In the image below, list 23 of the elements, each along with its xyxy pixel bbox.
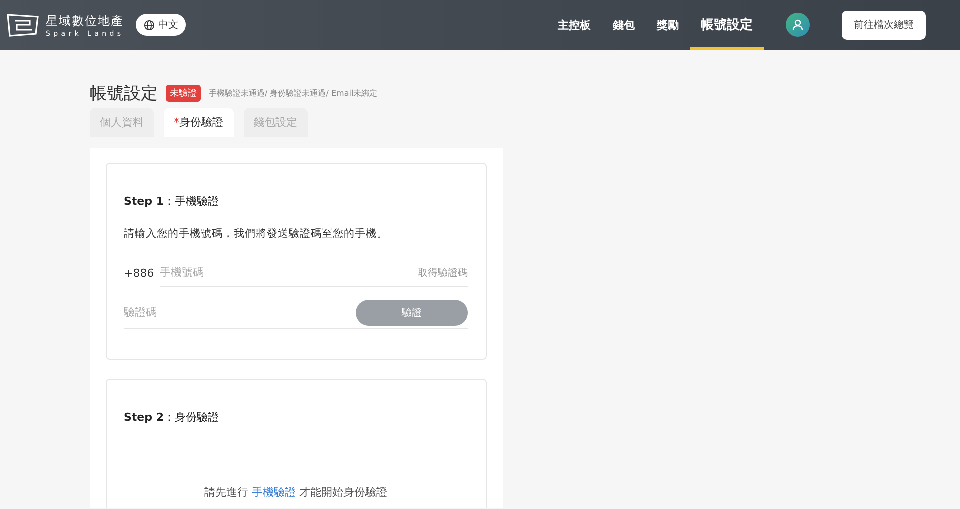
- user-icon: [792, 19, 804, 31]
- notice-text: 請先進行 手機驗證 才能開始身份驗證: [204, 485, 388, 500]
- verification-status: 手機驗證未通過/ 身份驗證未通過/ Email未綁定: [209, 88, 378, 99]
- page-title: 帳號設定: [90, 83, 158, 105]
- country-code: +886: [124, 266, 154, 280]
- language-button[interactable]: 中文: [136, 14, 186, 36]
- logo-icon: [6, 12, 40, 38]
- phone-input[interactable]: 手機號碼: [160, 266, 418, 279]
- step-title: Step 2：身份驗證: [124, 410, 220, 425]
- nav-link[interactable]: 帳號設定: [690, 0, 764, 50]
- phone-verification-link[interactable]: 手機驗證: [252, 486, 296, 499]
- instruction-text: 請輸入您的手機號碼，我們將發送驗證碼至您的手機。: [124, 227, 389, 241]
- unverified-badge: 未驗證: [166, 85, 201, 102]
- nav-link[interactable]: 錢包: [602, 0, 646, 50]
- avatar-button[interactable]: [786, 13, 810, 37]
- settings-tab[interactable]: *身份驗證: [164, 108, 234, 137]
- globe-icon: [144, 20, 156, 30]
- code-input[interactable]: 驗證碼: [124, 306, 356, 319]
- nav-link[interactable]: 主控板: [547, 0, 602, 50]
- overview-button[interactable]: 前往檔次總覽: [842, 10, 926, 40]
- step-title: Step 1：手機驗證: [124, 194, 220, 209]
- nav-link[interactable]: 獎勵: [646, 0, 690, 50]
- brand-name: 星域數位地產: [46, 12, 124, 30]
